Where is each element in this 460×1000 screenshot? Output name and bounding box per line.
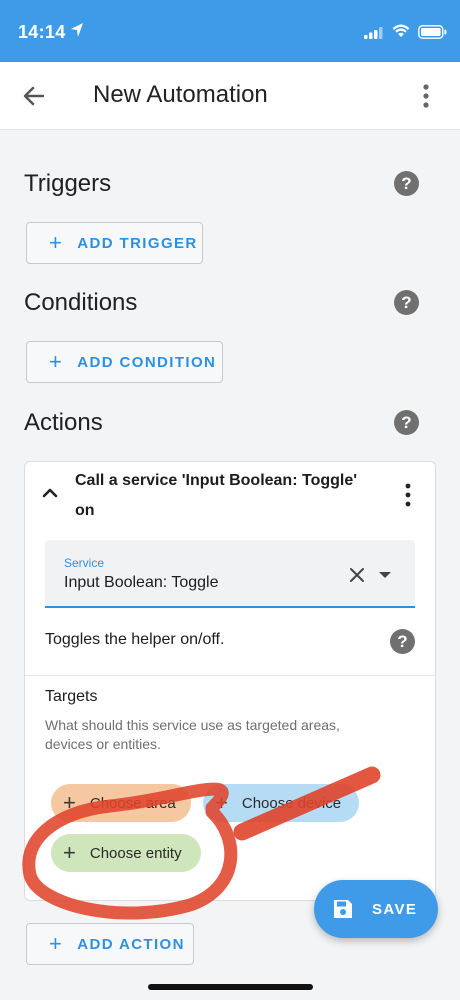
home-indicator bbox=[148, 984, 313, 990]
add-trigger-button[interactable]: + ADD TRIGGER bbox=[26, 222, 203, 264]
chevron-up-icon[interactable] bbox=[41, 485, 59, 499]
service-select-field[interactable]: Service Input Boolean: Toggle bbox=[45, 540, 415, 608]
add-condition-label: ADD CONDITION bbox=[77, 353, 217, 371]
clear-icon[interactable] bbox=[348, 566, 366, 584]
add-action-label: ADD ACTION bbox=[77, 935, 185, 953]
add-action-button[interactable]: + ADD ACTION bbox=[26, 923, 194, 965]
plus-icon: + bbox=[49, 230, 64, 255]
service-description: Toggles the helper on/off. bbox=[45, 631, 225, 648]
status-bar: 14:14 bbox=[0, 0, 460, 62]
service-field-value: Input Boolean: Toggle bbox=[64, 574, 219, 591]
actions-heading: Actions bbox=[24, 409, 103, 436]
back-arrow-icon[interactable] bbox=[20, 82, 48, 110]
add-condition-button[interactable]: + ADD CONDITION bbox=[26, 341, 223, 383]
conditions-help-icon[interactable]: ? bbox=[394, 290, 419, 315]
more-vert-icon[interactable] bbox=[416, 82, 436, 110]
plus-icon: + bbox=[49, 349, 64, 374]
dropdown-arrow-icon[interactable] bbox=[378, 570, 392, 580]
plus-icon: + bbox=[49, 931, 64, 956]
divider bbox=[25, 675, 435, 676]
add-trigger-label: ADD TRIGGER bbox=[77, 234, 198, 252]
choose-entity-label: Choose entity bbox=[89, 844, 182, 862]
action-card: Call a service 'Input Boolean: Toggle' o… bbox=[24, 461, 436, 901]
save-button[interactable]: SAVE bbox=[314, 880, 438, 938]
conditions-heading: Conditions bbox=[24, 289, 138, 316]
choose-device-chip[interactable]: + Choose device bbox=[203, 784, 359, 822]
choose-area-chip[interactable]: + Choose area bbox=[51, 784, 191, 822]
service-help-icon[interactable]: ? bbox=[390, 629, 415, 654]
location-arrow-icon bbox=[71, 23, 83, 37]
status-time: 14:14 bbox=[18, 22, 66, 42]
targets-description: What should this service use as targeted… bbox=[45, 717, 340, 752]
targets-heading: Targets bbox=[45, 688, 98, 705]
cellular-signal-icon bbox=[364, 27, 383, 39]
choose-area-label: Choose area bbox=[89, 794, 176, 812]
service-field-label: Service bbox=[64, 556, 105, 570]
actions-help-icon[interactable]: ? bbox=[394, 410, 419, 435]
save-label: SAVE bbox=[372, 900, 418, 918]
floppy-disk-icon bbox=[334, 900, 352, 918]
app-bar: New Automation bbox=[0, 62, 460, 130]
action-more-vert-icon[interactable] bbox=[402, 482, 414, 508]
choose-device-label: Choose device bbox=[241, 794, 342, 812]
page-title: New Automation bbox=[93, 81, 268, 108]
plus-icon: + bbox=[215, 790, 228, 815]
triggers-help-icon[interactable]: ? bbox=[394, 171, 419, 196]
choose-entity-chip[interactable]: + Choose entity bbox=[51, 834, 201, 872]
triggers-heading: Triggers bbox=[24, 170, 112, 197]
action-title: Call a service 'Input Boolean: Toggle' o… bbox=[75, 472, 358, 519]
battery-icon bbox=[418, 25, 447, 39]
plus-icon: + bbox=[63, 790, 76, 815]
wifi-icon bbox=[392, 24, 410, 37]
plus-icon: + bbox=[63, 840, 76, 865]
